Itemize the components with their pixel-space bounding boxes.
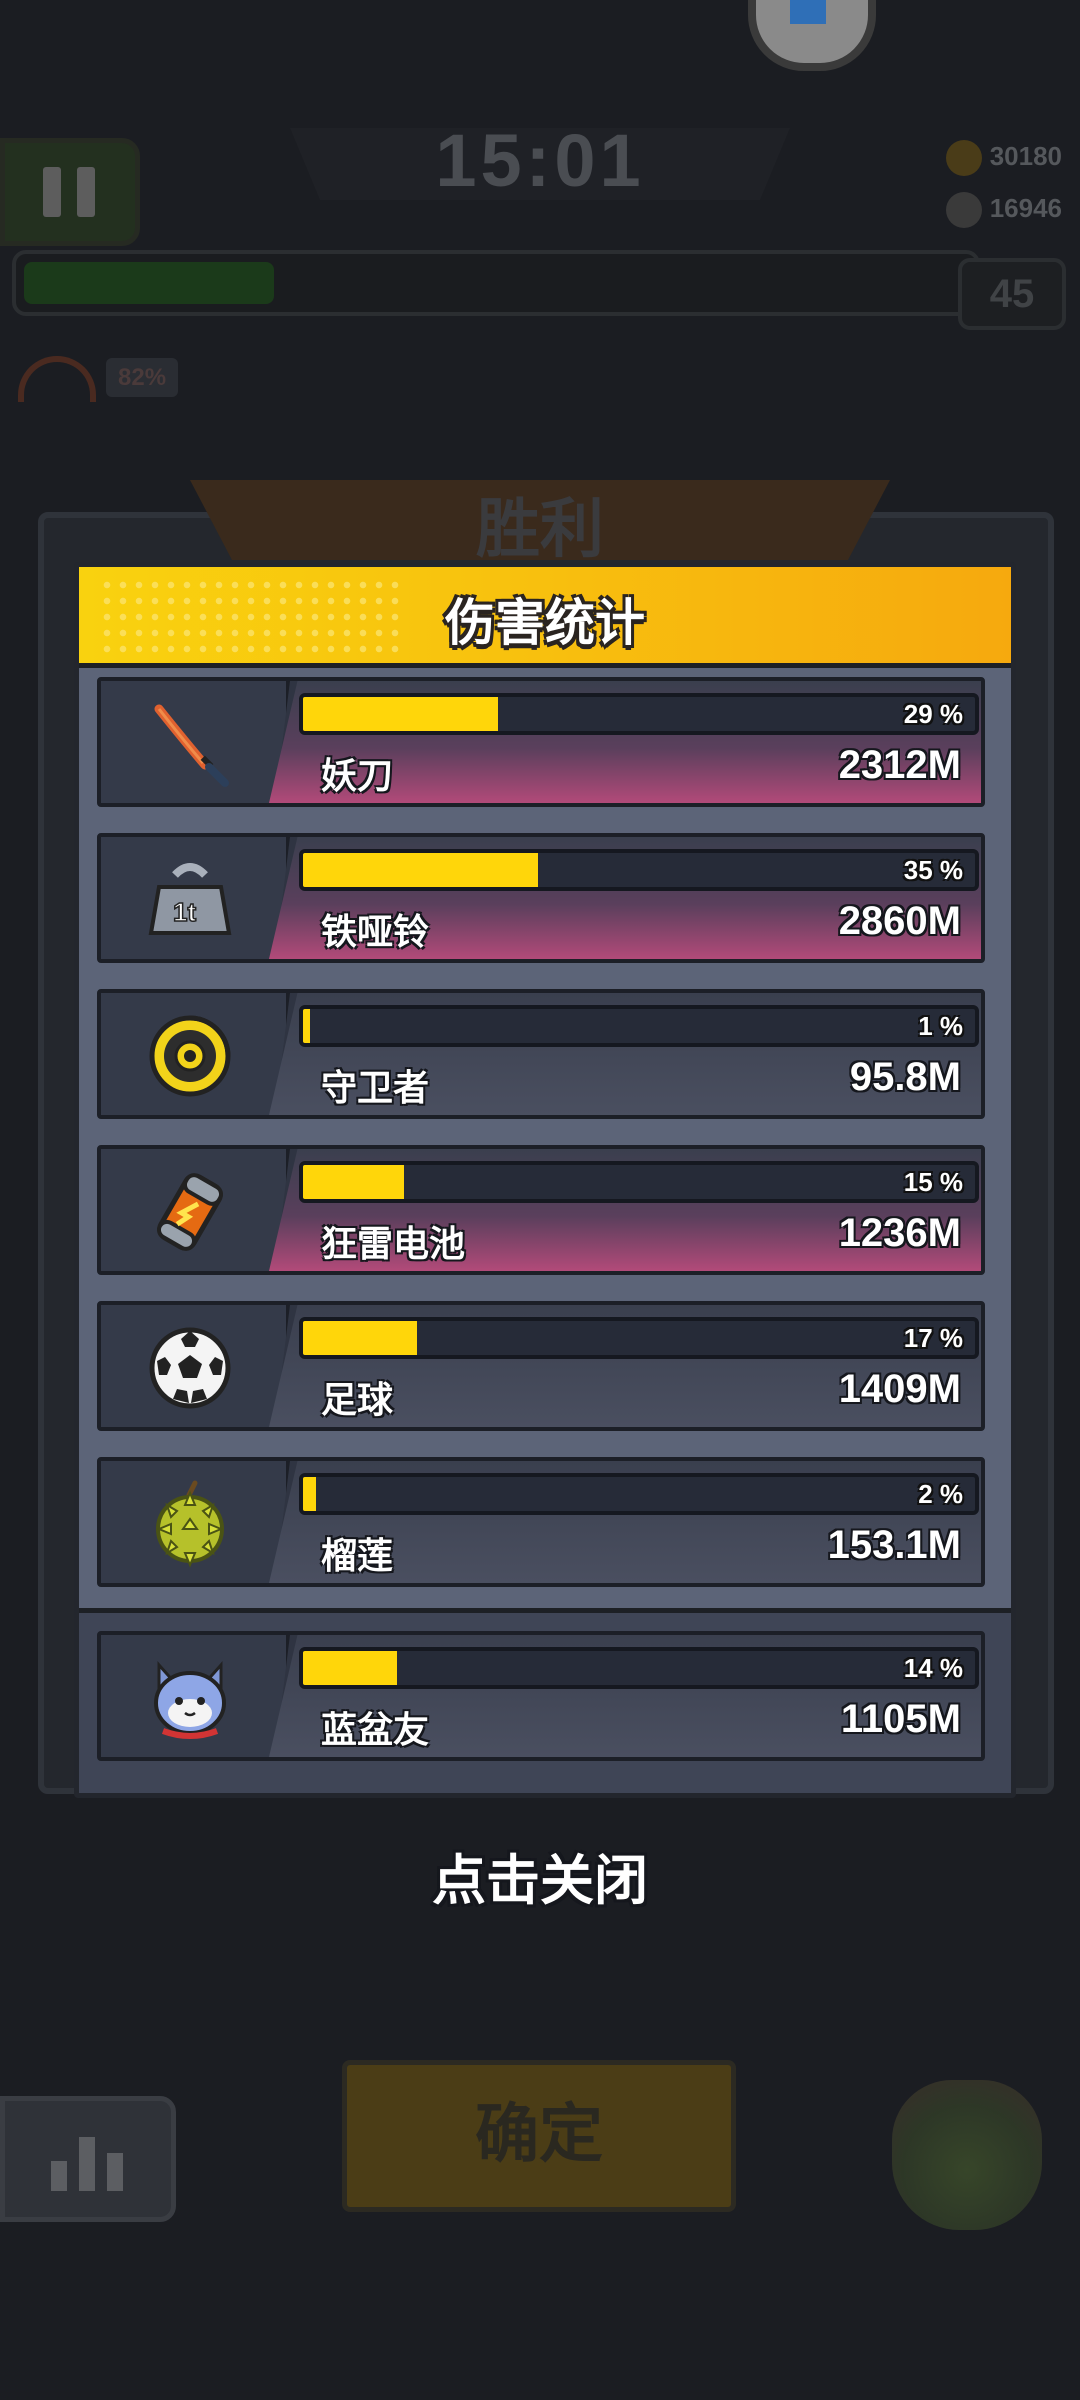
damage-percent-fill bbox=[303, 1321, 418, 1355]
damage-value: 1236M bbox=[838, 1211, 961, 1255]
weapon-row: 1t 35 % 铁哑铃 2860M bbox=[97, 833, 985, 963]
weapon-list: 29 % 妖刀 2312M 1t 35 % 铁哑铃 2860M 1 % 守卫者 95.8M 15 %… bbox=[97, 677, 985, 1613]
xp-progress-bar bbox=[12, 250, 980, 316]
durian-icon bbox=[101, 1461, 290, 1583]
damage-percent-fill bbox=[303, 1165, 404, 1199]
gem-icon bbox=[945, 192, 982, 228]
weapon-row: 29 % 妖刀 2312M bbox=[97, 677, 985, 807]
stats-button[interactable] bbox=[0, 2096, 176, 2222]
damage-percent-label: 15 % bbox=[903, 1167, 963, 1197]
speedometer-icon bbox=[18, 356, 96, 402]
damage-stats-panel: 伤害统计 29 % 妖刀 2312M 1t 35 % 铁哑铃 2860M 1 % 守卫者 95.8… bbox=[74, 562, 1016, 1798]
level-badge: 45 bbox=[958, 258, 1066, 330]
damage-value: 1409M bbox=[838, 1367, 961, 1411]
tap-to-close-hint[interactable]: 点击关闭 bbox=[0, 1836, 1080, 1915]
game-timer: 15:01 bbox=[435, 119, 645, 202]
gold-coin-icon bbox=[945, 140, 982, 176]
soccer-ball-icon bbox=[101, 1305, 290, 1427]
pet-row: 14 % 蓝盆友 1105M bbox=[97, 1631, 985, 1761]
damage-percent-label: 17 % bbox=[903, 1323, 963, 1353]
damage-percent-label: 1 % bbox=[918, 1011, 963, 1041]
damage-value: 1105M bbox=[840, 1697, 961, 1741]
damage-percent-bar: 1 % bbox=[299, 1005, 979, 1047]
damage-percent-bar: 29 % bbox=[299, 693, 979, 735]
damage-percent-label: 35 % bbox=[903, 855, 963, 885]
weapon-row: 2 % 榴莲 153.1M bbox=[97, 1457, 985, 1587]
weapon-name: 妖刀 bbox=[321, 756, 394, 797]
panel-header: 伤害统计 bbox=[79, 567, 1011, 668]
damage-percent-bar: 14 % bbox=[299, 1647, 979, 1689]
panel-title: 伤害统计 bbox=[445, 594, 645, 652]
damage-percent-fill bbox=[303, 1477, 317, 1511]
weapon-row: 1 % 守卫者 95.8M bbox=[97, 989, 985, 1119]
weapon-name: 铁哑铃 bbox=[321, 912, 430, 953]
damage-percent-label: 29 % bbox=[903, 699, 963, 729]
speed-indicator: 82% bbox=[18, 356, 179, 402]
damage-percent-bar: 2 % bbox=[299, 1473, 979, 1515]
svg-text:1t: 1t bbox=[173, 897, 196, 927]
damage-value: 2312M bbox=[838, 743, 961, 787]
damage-percent-fill bbox=[303, 1009, 310, 1043]
confirm-button[interactable]: 确定 bbox=[342, 2060, 736, 2212]
damage-percent-label: 14 % bbox=[903, 1653, 963, 1683]
guardian-icon bbox=[101, 993, 290, 1115]
weapon-row: 17 % 足球 1409M bbox=[97, 1301, 985, 1431]
thunder-battery-icon bbox=[101, 1149, 290, 1271]
weapon-name: 榴莲 bbox=[321, 1536, 394, 1577]
damage-percent-fill bbox=[303, 1651, 398, 1685]
weapon-name: 足球 bbox=[321, 1380, 394, 1421]
victory-title: 胜利 bbox=[476, 493, 604, 567]
damage-percent-bar: 35 % bbox=[299, 849, 979, 891]
damage-value: 153.1M bbox=[827, 1523, 961, 1567]
iron-dumbbell-icon: 1t bbox=[101, 837, 290, 959]
damage-percent-fill bbox=[303, 853, 539, 887]
weapon-name: 狂雷电池 bbox=[321, 1224, 466, 1265]
gem-counter: 16946 bbox=[945, 192, 1062, 228]
demon-blade-icon bbox=[101, 681, 290, 803]
xp-progress-fill bbox=[24, 262, 274, 304]
damage-percent-label: 2 % bbox=[918, 1479, 963, 1509]
blue-cat-pet-icon bbox=[101, 1635, 290, 1757]
weapon-name: 蓝盆友 bbox=[321, 1710, 430, 1751]
damage-percent-bar: 17 % bbox=[299, 1317, 979, 1359]
damage-percent-fill bbox=[303, 697, 498, 731]
weapon-row: 15 % 狂雷电池 1236M bbox=[97, 1145, 985, 1275]
gold-counter: 30180 bbox=[945, 140, 1062, 176]
bookmark-icon bbox=[790, 0, 826, 24]
damage-value: 95.8M bbox=[849, 1055, 961, 1099]
weapon-name: 守卫者 bbox=[321, 1068, 430, 1109]
damage-percent-bar: 15 % bbox=[299, 1161, 979, 1203]
damage-value: 2860M bbox=[838, 899, 961, 943]
potion-bag-icon bbox=[892, 2080, 1042, 2230]
pet-section: 14 % 蓝盆友 1105M bbox=[79, 1608, 1011, 1793]
